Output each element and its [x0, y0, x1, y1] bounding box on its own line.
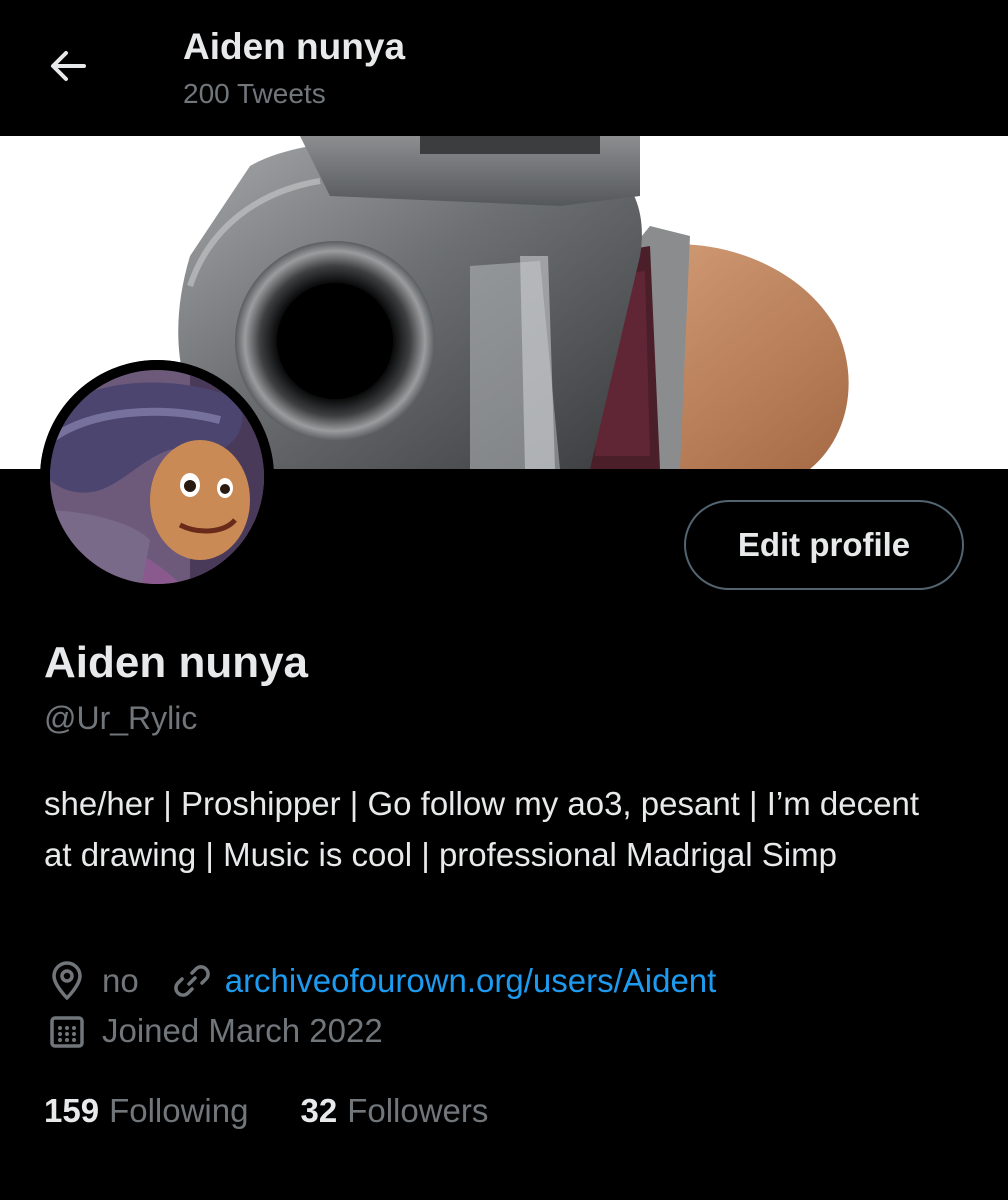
handle: @Ur_Rylic	[44, 700, 198, 736]
location-pin-icon	[44, 958, 90, 1004]
website-link[interactable]: archiveofourown.org/users/Aident	[225, 962, 717, 1000]
top-bar: Aiden nunya 200 Tweets	[0, 0, 1008, 136]
profile-meta-row-2: Joined March 2022	[44, 1008, 383, 1054]
location-text: no	[102, 962, 139, 999]
joined-date: Joined March 2022	[102, 1012, 383, 1049]
calendar-icon	[44, 1008, 90, 1054]
followers-count: 32	[300, 1092, 338, 1129]
avatar[interactable]	[40, 360, 274, 594]
link-icon	[169, 958, 215, 1004]
profile-meta-row-1: no archiveofourown.org/users/Aident	[44, 958, 716, 1004]
edit-profile-button[interactable]: Edit profile	[684, 500, 964, 590]
following-link[interactable]: 159 Following	[44, 1092, 248, 1130]
tweet-count: 200 Tweets	[183, 78, 326, 109]
arrow-left-icon	[48, 48, 88, 89]
bio: she/her | Proshipper | Go follow my ao3,…	[44, 785, 919, 873]
followers-label: Followers	[347, 1092, 489, 1129]
follow-stats: 159 Following 32 Followers	[44, 1092, 540, 1130]
header-title: Aiden nunya	[183, 26, 406, 67]
following-count: 159	[44, 1092, 100, 1129]
back-button[interactable]	[38, 40, 98, 96]
followers-link[interactable]: 32 Followers	[300, 1092, 488, 1130]
following-label: Following	[109, 1092, 249, 1129]
display-name: Aiden nunya	[44, 638, 309, 687]
